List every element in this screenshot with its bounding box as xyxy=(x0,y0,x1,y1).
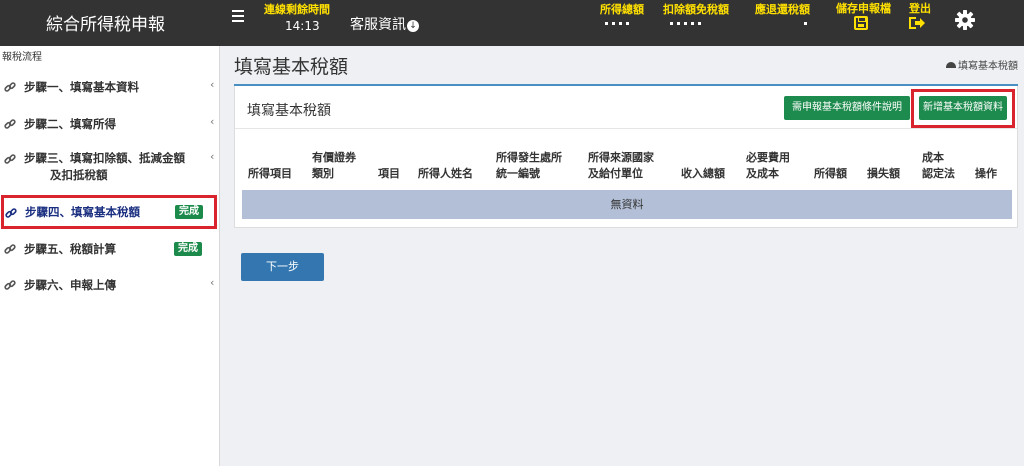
column-header-source-country: 所得來源國家 及給付單位 xyxy=(588,151,654,180)
sidebar: 報稅流程 步驟一、填寫基本資料 ‹ 步驟二、填寫所得 ‹ 步驟三、填寫扣除額、抵… xyxy=(0,46,220,466)
gear-icon[interactable] xyxy=(954,9,976,31)
sidebar-item-step2[interactable]: 步驟二、填寫所得 ‹ xyxy=(0,115,219,135)
sidebar-item-label: 步驟三、填寫扣除額、抵減金額 xyxy=(24,151,185,165)
sidebar-item-step4[interactable]: 步驟四、填寫基本稅額 完成 xyxy=(1,195,217,229)
breadcrumb-label: 填寫基本稅額 xyxy=(958,61,1018,72)
column-header-necessary-expenses: 必要費用 及成本 xyxy=(746,151,790,180)
sidebar-header: 報稅流程 xyxy=(2,52,42,63)
deductions-value-masked xyxy=(670,22,705,28)
sidebar-item-step6[interactable]: 步驟六、申報上傳 ‹ xyxy=(0,276,219,296)
chevron-left-icon: ‹ xyxy=(210,276,215,289)
link-icon xyxy=(5,208,17,218)
sidebar-item-step3[interactable]: 步驟三、填寫扣除額、抵減金額 及扣抵稅額 ‹ xyxy=(0,150,219,186)
logout-icon[interactable] xyxy=(908,16,926,30)
sidebar-item-label: 步驟五、稅額計算 xyxy=(24,242,116,256)
status-badge: 完成 xyxy=(175,205,203,219)
status-badge: 完成 xyxy=(174,242,202,256)
column-header-income-item: 所得項目 xyxy=(248,167,292,180)
sidebar-item-label: 步驟二、填寫所得 xyxy=(24,117,116,131)
column-header-loss-amount: 損失額 xyxy=(867,167,900,180)
column-header-income-location-id: 所得發生處所 統一編號 xyxy=(496,151,562,180)
app-title: 綜合所得稅申報 xyxy=(46,15,165,35)
add-button-highlight: 新增基本稅額資料 xyxy=(911,89,1015,128)
filing-conditions-help-button[interactable]: 需申報基本稅額條件說明 xyxy=(784,96,910,120)
logout-label[interactable]: 登出 xyxy=(909,0,931,16)
add-basic-tax-button[interactable]: 新增基本稅額資料 xyxy=(919,96,1007,120)
chevron-left-icon: ‹ xyxy=(210,115,215,128)
column-header-actions: 操作 xyxy=(975,167,997,180)
column-header-security-type: 有價證券 類別 xyxy=(312,151,356,180)
next-step-button[interactable]: 下一步 xyxy=(241,253,324,281)
breadcrumb: 填寫基本稅額 xyxy=(946,57,1018,72)
save-file-label[interactable]: 儲存申報檔 xyxy=(836,0,891,16)
refund-value-masked xyxy=(804,22,811,28)
menu-icon[interactable] xyxy=(232,10,244,24)
customer-service-link[interactable]: 客服資訊 ↓ xyxy=(350,14,419,34)
page-title: 填寫基本稅額 xyxy=(234,56,349,78)
chevron-left-icon: ‹ xyxy=(210,150,215,163)
top-bar: 綜合所得稅申報 連線剩餘時間 14:13 客服資訊 ↓ 所得總額 扣除額免稅額 應… xyxy=(0,0,1024,46)
link-icon xyxy=(4,280,16,290)
link-icon xyxy=(4,244,16,254)
link-icon xyxy=(4,119,16,129)
session-timer-value: 14:13 xyxy=(285,19,320,33)
refund-label: 應退還稅額 xyxy=(755,3,810,16)
download-circle-icon: ↓ xyxy=(407,20,419,32)
column-header-cost-method: 成本 認定法 xyxy=(922,151,955,180)
basic-tax-panel: 填寫基本稅額 需申報基本稅額條件說明 新增基本稅額資料 所得項目 有價證券 類別 … xyxy=(234,86,1018,228)
sidebar-item-label: 步驟四、填寫基本稅額 xyxy=(25,205,140,219)
deductions-label: 扣除額免稅額 xyxy=(663,3,729,16)
sidebar-item-label-line2: 及扣抵稅額 xyxy=(50,168,108,182)
table-empty-row: 無資料 xyxy=(242,190,1012,219)
column-header-income-amount: 所得額 xyxy=(814,167,847,180)
link-icon xyxy=(4,82,16,92)
save-icon[interactable] xyxy=(854,16,868,30)
customer-service-label: 客服資訊 xyxy=(350,17,406,33)
total-income-label: 所得總額 xyxy=(600,3,644,16)
sidebar-item-step1[interactable]: 步驟一、填寫基本資料 ‹ xyxy=(0,78,219,98)
panel-title: 填寫基本稅額 xyxy=(247,103,331,119)
sidebar-item-label: 步驟六、申報上傳 xyxy=(24,278,116,292)
column-header-item: 項目 xyxy=(378,167,400,180)
column-header-gross-income: 收入總額 xyxy=(681,167,725,180)
link-icon xyxy=(4,154,16,164)
session-timer-label: 連線剩餘時間 xyxy=(264,3,330,16)
sidebar-item-step5[interactable]: 步驟五、稅額計算 完成 xyxy=(0,240,219,260)
chevron-left-icon: ‹ xyxy=(210,78,215,91)
dashboard-icon xyxy=(946,62,956,68)
panel-divider xyxy=(235,128,1017,129)
total-income-value-masked xyxy=(605,22,633,28)
sidebar-item-label: 步驟一、填寫基本資料 xyxy=(24,80,139,94)
column-header-recipient-name: 所得人姓名 xyxy=(418,167,473,180)
